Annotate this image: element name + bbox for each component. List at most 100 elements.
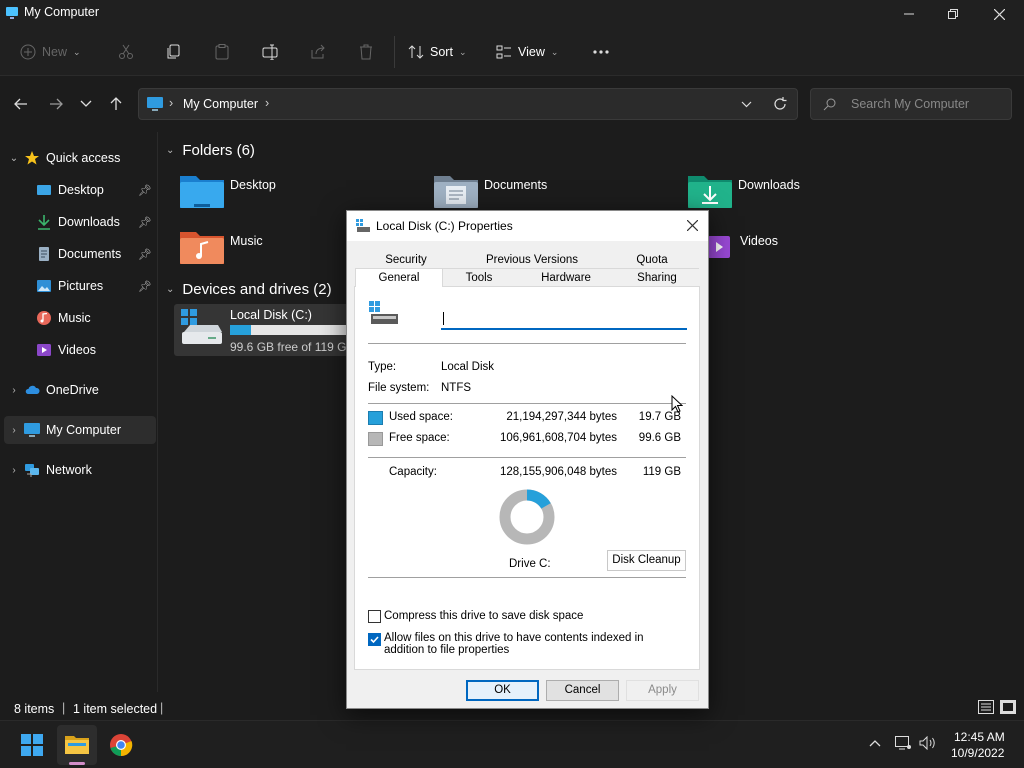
chevron-right-icon: ›	[12, 384, 16, 396]
sidebar-item-my-computer[interactable]: › My Computer	[4, 416, 156, 444]
large-icons-view-icon[interactable]	[1000, 700, 1016, 714]
folder-videos[interactable]: Videos	[708, 228, 848, 272]
star-icon	[25, 151, 39, 165]
drive-name: Local Disk (C:)	[230, 308, 312, 322]
pin-icon[interactable]: 📌︎	[138, 280, 152, 293]
back-button[interactable]	[7, 90, 35, 118]
sidebar-item-downloads[interactable]: Downloads 📌︎	[4, 208, 156, 236]
copy-button[interactable]	[166, 38, 182, 66]
sidebar-item-label: Network	[46, 463, 92, 477]
tab-general[interactable]: General	[355, 268, 443, 287]
paste-button[interactable]	[214, 38, 230, 66]
arrow-up-icon	[110, 97, 122, 110]
sidebar-item-music[interactable]: Music	[4, 304, 156, 332]
index-label[interactable]: Allow files on this drive to have conten…	[384, 632, 684, 656]
chevron-down-icon[interactable]	[741, 101, 752, 108]
drive-free-text: 99.6 GB free of 119 GB	[230, 340, 355, 354]
tab-previous-versions[interactable]: Previous Versions	[457, 251, 607, 269]
ok-button[interactable]: OK	[466, 680, 539, 701]
recent-locations-button[interactable]	[72, 90, 100, 118]
folder-downloads[interactable]: Downloads	[688, 172, 928, 216]
restore-button[interactable]	[930, 0, 976, 28]
chevron-right-icon: ›	[265, 96, 270, 110]
drive-local-disk-c[interactable]: Local Disk (C:) 99.6 GB free of 119 GB	[174, 304, 360, 356]
arrow-left-icon	[14, 98, 27, 110]
more-options-button[interactable]	[592, 38, 610, 66]
pin-icon[interactable]: 📌︎	[138, 184, 152, 197]
compress-checkbox[interactable]	[368, 610, 381, 623]
used-space-label: Used space:	[389, 411, 453, 423]
network-icon	[25, 464, 39, 477]
separator	[394, 36, 395, 68]
sidebar-item-label: Documents	[58, 247, 122, 261]
sort-label: Sort	[430, 45, 453, 59]
cancel-button[interactable]: Cancel	[546, 680, 619, 701]
rename-button[interactable]	[262, 38, 278, 66]
index-checkbox[interactable]	[368, 633, 381, 646]
sidebar-item-desktop[interactable]: Desktop 📌︎	[4, 176, 156, 204]
refresh-icon[interactable]	[773, 97, 787, 111]
delete-button[interactable]	[358, 38, 374, 66]
sidebar-item-onedrive[interactable]: › OneDrive	[4, 376, 156, 404]
folders-section-header[interactable]: ⌄ Folders (6)	[166, 142, 255, 159]
search-box[interactable]: Search My Computer	[810, 88, 1012, 120]
windows-start-icon[interactable]	[21, 734, 43, 756]
sidebar-item-network[interactable]: › Network	[4, 456, 156, 484]
music-icon	[37, 311, 51, 325]
tab-sharing[interactable]: Sharing	[617, 269, 697, 287]
drive-name-input[interactable]	[441, 308, 687, 330]
close-button[interactable]	[976, 0, 1022, 28]
arrow-right-icon	[50, 98, 63, 110]
sidebar-item-label: Pictures	[58, 279, 104, 293]
sidebar-item-quick-access[interactable]: ⌄ Quick access	[4, 144, 156, 172]
sort-icon	[408, 45, 424, 59]
pin-icon[interactable]: 📌︎	[138, 248, 152, 261]
tab-quota[interactable]: Quota	[609, 251, 695, 269]
disk-cleanup-button[interactable]: Disk Cleanup	[607, 550, 686, 571]
sidebar-item-documents[interactable]: Documents 📌︎	[4, 240, 156, 268]
tab-hardware[interactable]: Hardware	[517, 269, 615, 287]
volume-icon[interactable]	[919, 736, 937, 750]
close-icon[interactable]	[687, 220, 698, 231]
filesystem-label: File system:	[368, 382, 430, 394]
cut-button[interactable]	[118, 38, 134, 66]
restore-icon	[948, 9, 958, 19]
sidebar-item-videos[interactable]: Videos	[4, 336, 156, 364]
network-status-icon[interactable]	[895, 736, 911, 750]
breadcrumb-location[interactable]: My Computer	[183, 97, 258, 111]
tab-security[interactable]: Security	[357, 251, 455, 269]
sidebar-item-label: OneDrive	[46, 383, 99, 397]
up-button[interactable]	[102, 90, 130, 118]
sort-button[interactable]: Sort ⌄	[408, 38, 466, 66]
separator: |	[160, 701, 164, 715]
apply-button[interactable]: Apply	[626, 680, 699, 701]
sidebar-item-label: Videos	[58, 343, 96, 357]
tab-tools[interactable]: Tools	[443, 269, 515, 287]
filesystem-value: NTFS	[441, 382, 472, 394]
taskbar-file-explorer[interactable]	[57, 725, 97, 765]
desktop-folder-icon	[180, 176, 224, 208]
sidebar-item-pictures[interactable]: Pictures 📌︎	[4, 272, 156, 300]
dialog-title-bar: Local Disk (C:) Properties	[347, 211, 708, 241]
chevron-up-icon[interactable]	[869, 739, 881, 747]
cut-icon	[119, 44, 133, 59]
copy-icon	[167, 44, 180, 59]
folder-label: Desktop	[230, 178, 276, 192]
devices-section-header[interactable]: ⌄ Devices and drives (2)	[166, 281, 332, 298]
pin-icon[interactable]: 📌︎	[138, 216, 152, 229]
clock-time[interactable]: 12:45 AM	[954, 730, 1005, 744]
address-bar[interactable]: › My Computer ›	[138, 88, 798, 120]
item-count: 8 items	[14, 702, 55, 716]
view-icon	[496, 45, 511, 59]
share-button[interactable]	[310, 38, 326, 66]
folder-label: Videos	[740, 234, 778, 248]
forward-button[interactable]	[42, 90, 70, 118]
view-button[interactable]: View ⌄	[496, 38, 558, 66]
compress-label[interactable]: Compress this drive to save disk space	[384, 610, 583, 622]
minimize-button[interactable]	[886, 0, 932, 28]
clock-date[interactable]: 10/9/2022	[951, 746, 1004, 760]
details-view-icon[interactable]	[978, 700, 994, 714]
chrome-icon[interactable]	[109, 733, 133, 757]
new-button[interactable]: New ⌄	[20, 38, 81, 66]
new-label: New	[42, 45, 68, 59]
